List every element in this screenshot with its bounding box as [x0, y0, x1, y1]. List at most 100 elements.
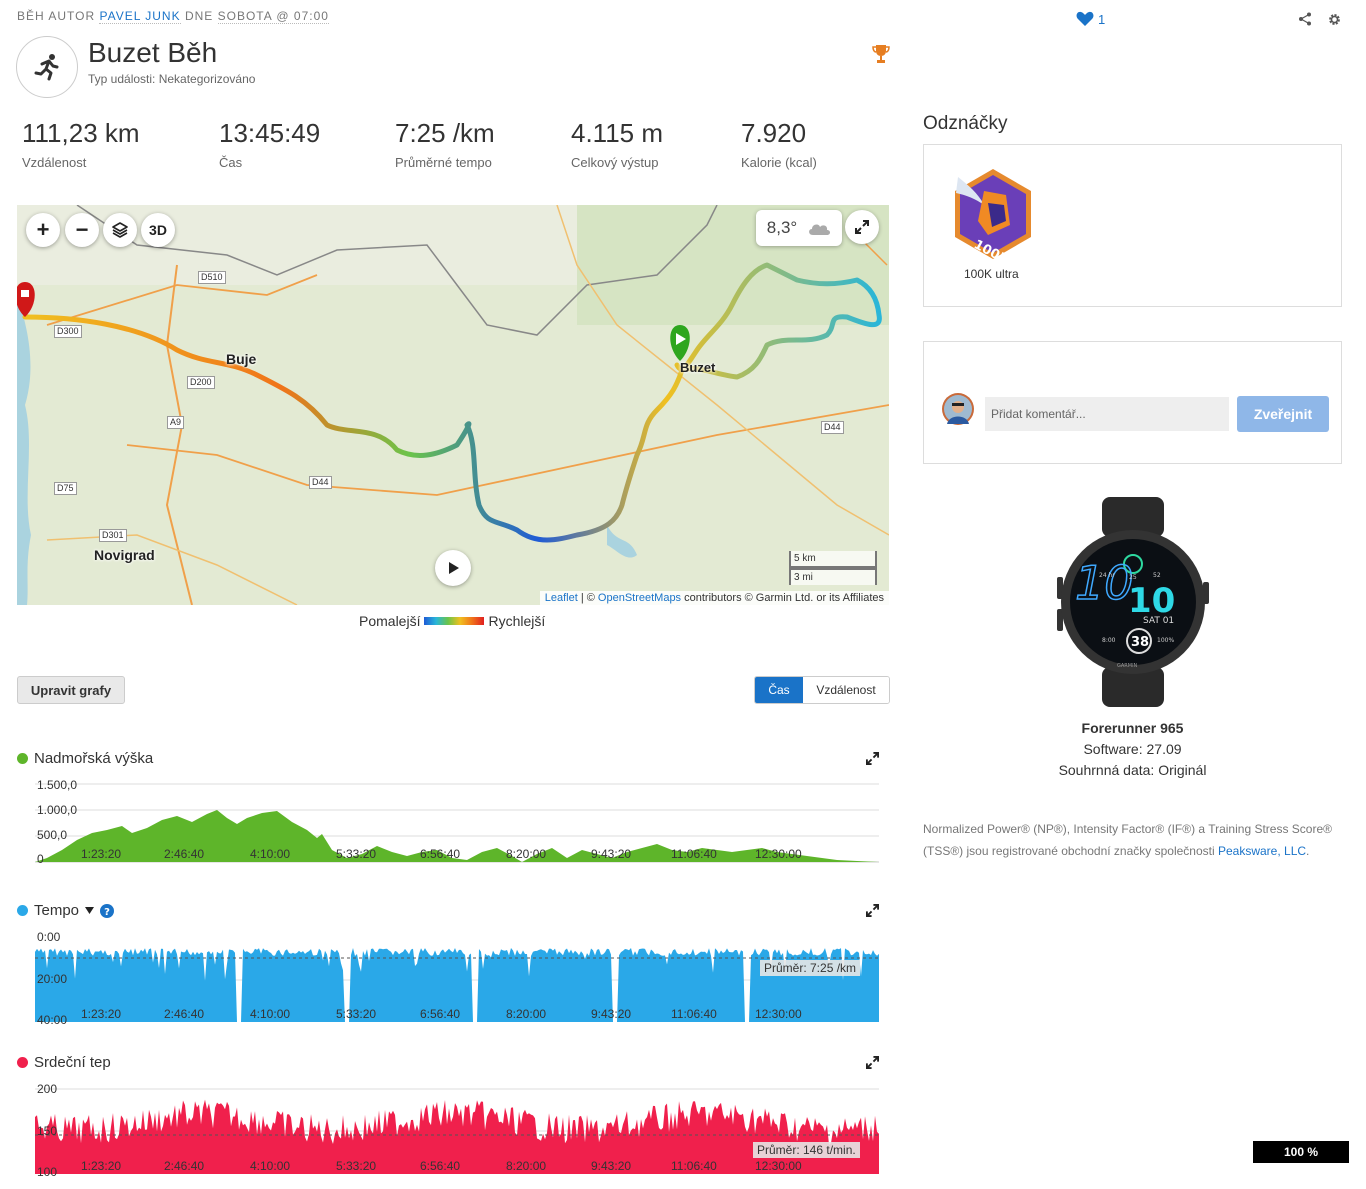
road-label: D510 [198, 271, 226, 284]
play-icon [449, 562, 459, 574]
x-tick: 2:46:40 [164, 1159, 205, 1173]
edit-charts-button[interactable]: Upravit grafy [17, 676, 125, 704]
comments-panel: Přidat komentář... Zveřejnit [923, 341, 1342, 464]
peaksware-link[interactable]: Peaksware, LLC [1218, 844, 1306, 858]
x-tick: 8:20:00 [506, 1007, 547, 1021]
y-tick: 0:00 [37, 930, 61, 944]
legend-faster: Rychlejší [488, 613, 546, 629]
activity-title[interactable]: Buzet Běh [88, 37, 217, 69]
zoom-out-button[interactable]: − [65, 213, 99, 247]
pace-chart-title[interactable]: Tempo ? [17, 902, 115, 919]
device-name[interactable]: Forerunner 965 [923, 720, 1342, 736]
trophy-icon[interactable] [872, 44, 890, 69]
x-tick: 11:06:40 [671, 1007, 717, 1021]
x-tick: 5:33:20 [336, 1007, 377, 1021]
comment-input[interactable]: Přidat komentář... [985, 397, 1229, 431]
x-tick: 4:10:00 [250, 1159, 291, 1173]
heart-chart-title[interactable]: Srdeční tep [17, 1054, 111, 1071]
layers-button[interactable] [103, 213, 137, 247]
road-label: D44 [821, 421, 844, 434]
map-scale: 5 km 3 mi [789, 551, 877, 585]
x-tick: 9:43:20 [591, 1159, 632, 1173]
watch-center: 38 [1131, 635, 1149, 650]
expand-icon[interactable] [866, 752, 879, 770]
x-tick: 9:43:20 [591, 1007, 632, 1021]
watch-image: 10 10 SAT 01 38 24 hr 25 52 8:00 100% GA… [1057, 497, 1209, 707]
stat-distance: 111,23 km Vzdálenost [22, 118, 140, 170]
scale-mi: 3 mi [789, 568, 877, 585]
dropdown-icon[interactable] [85, 907, 95, 914]
runner-icon [34, 54, 59, 81]
leaflet-link[interactable]: Leaflet [545, 592, 578, 604]
y-tick: 1.500,0 [37, 778, 78, 792]
elevation-chart[interactable]: 1.500,0 1.000,0 500,0 0 1:23:20 2:46:40 … [17, 778, 887, 866]
x-tick: 12:30:00 [755, 1007, 802, 1021]
expand-icon[interactable] [866, 1056, 879, 1074]
x-tick: 1:23:20 [81, 847, 122, 861]
watch-big-right: 10 [1128, 581, 1175, 621]
stat-ascent: 4.115 m Celkový výstup [571, 118, 663, 170]
stat-pace: 7:25 /km Průměrné tempo [395, 118, 495, 170]
road-label: D75 [54, 482, 77, 495]
expand-icon[interactable] [866, 904, 879, 922]
heart-chart[interactable]: 200 150 100 1:23:20 2:46:40 4:10:00 5:33… [17, 1082, 887, 1179]
route-map[interactable]: Buje Novigrad Buzet D510 D300 D200 A9 D4… [17, 205, 889, 605]
play-button[interactable] [435, 550, 471, 586]
event-type: Typ události: Nekategorizováno [88, 72, 256, 86]
author-link[interactable]: PAVEL JUNK [99, 9, 181, 24]
map-tiles [17, 205, 889, 605]
pace-chart[interactable]: 0:00 20:00 40:00 1:23:20 2:46:40 4:10:00… [17, 930, 887, 1027]
road-label: D300 [54, 325, 82, 338]
elevation-chart-title[interactable]: Nadmořská výška [17, 750, 153, 767]
scale-km: 5 km [789, 551, 877, 568]
x-tick: 2:46:40 [164, 847, 205, 861]
attribution-rest: contributors © Garmin Ltd. or its Affili… [681, 592, 884, 604]
heart-average-label: Průměr: 146 t/min. [753, 1142, 860, 1158]
trademark-end: . [1306, 844, 1310, 858]
map-attribution: Leaflet | © OpenStreetMaps contributors … [539, 591, 889, 605]
stat-time: 13:45:49 Čas [219, 118, 320, 170]
fullscreen-button[interactable] [845, 210, 879, 244]
3d-button[interactable]: 3D [141, 213, 175, 247]
x-tick: 11:06:40 [671, 1159, 717, 1173]
x-tick: 6:56:40 [420, 1007, 461, 1021]
x-tick: 12:30:00 [755, 1159, 802, 1173]
publish-button[interactable]: Zveřejnit [1237, 396, 1329, 432]
speed-legend: Pomalejší Rychlejší [359, 613, 545, 629]
y-tick: 100 [37, 1165, 58, 1179]
gear-icon[interactable] [1327, 12, 1342, 32]
stat-label: Průměrné tempo [395, 155, 492, 170]
device-info: Forerunner 965 Software: 27.09 Souhrnná … [923, 720, 1342, 778]
x-tick: 5:33:20 [336, 847, 377, 861]
stat-label: Kalorie (kcal) [741, 155, 817, 170]
heart-icon [1076, 11, 1094, 26]
badges-panel: 100K 100K ultra [923, 144, 1342, 307]
chart-title-text: Nadmořská výška [34, 750, 154, 767]
x-tick: 4:10:00 [250, 1007, 291, 1021]
cloud-icon [809, 224, 831, 235]
series-dot [17, 905, 28, 916]
x-tick: 2:46:40 [164, 1007, 205, 1021]
zoom-in-button[interactable]: + [26, 213, 60, 247]
toggle-distance[interactable]: Vzdálenost [803, 677, 889, 703]
map-place-label: Buje [226, 351, 257, 367]
stat-value: 4.115 m [571, 118, 664, 148]
badge-100k-icon[interactable]: 100K [948, 165, 1038, 265]
stat-label: Celkový výstup [571, 155, 659, 170]
badge-label: 100K ultra [964, 267, 1019, 281]
y-tick: 20:00 [37, 972, 68, 986]
toggle-time[interactable]: Čas [755, 677, 803, 703]
x-tick: 4:10:00 [250, 847, 291, 861]
help-icon[interactable]: ? [100, 903, 115, 918]
activity-page: BĚH AUTOR PAVEL JUNK DNE SOBOTA @ 07:00 … [0, 0, 1366, 1189]
road-label: D44 [309, 476, 332, 489]
osm-link[interactable]: OpenStreetMaps [598, 592, 681, 604]
zoom-indicator: 100 % [1253, 1141, 1349, 1163]
x-tick: 6:56:40 [420, 847, 461, 861]
like-button[interactable]: 1 [1076, 11, 1105, 27]
breadcrumb-middle: DNE [180, 9, 218, 23]
share-icon[interactable] [1298, 12, 1312, 31]
svg-text:?: ? [104, 907, 110, 918]
chart-title-text: Tempo [34, 902, 80, 919]
x-tick: 9:43:20 [591, 847, 632, 861]
